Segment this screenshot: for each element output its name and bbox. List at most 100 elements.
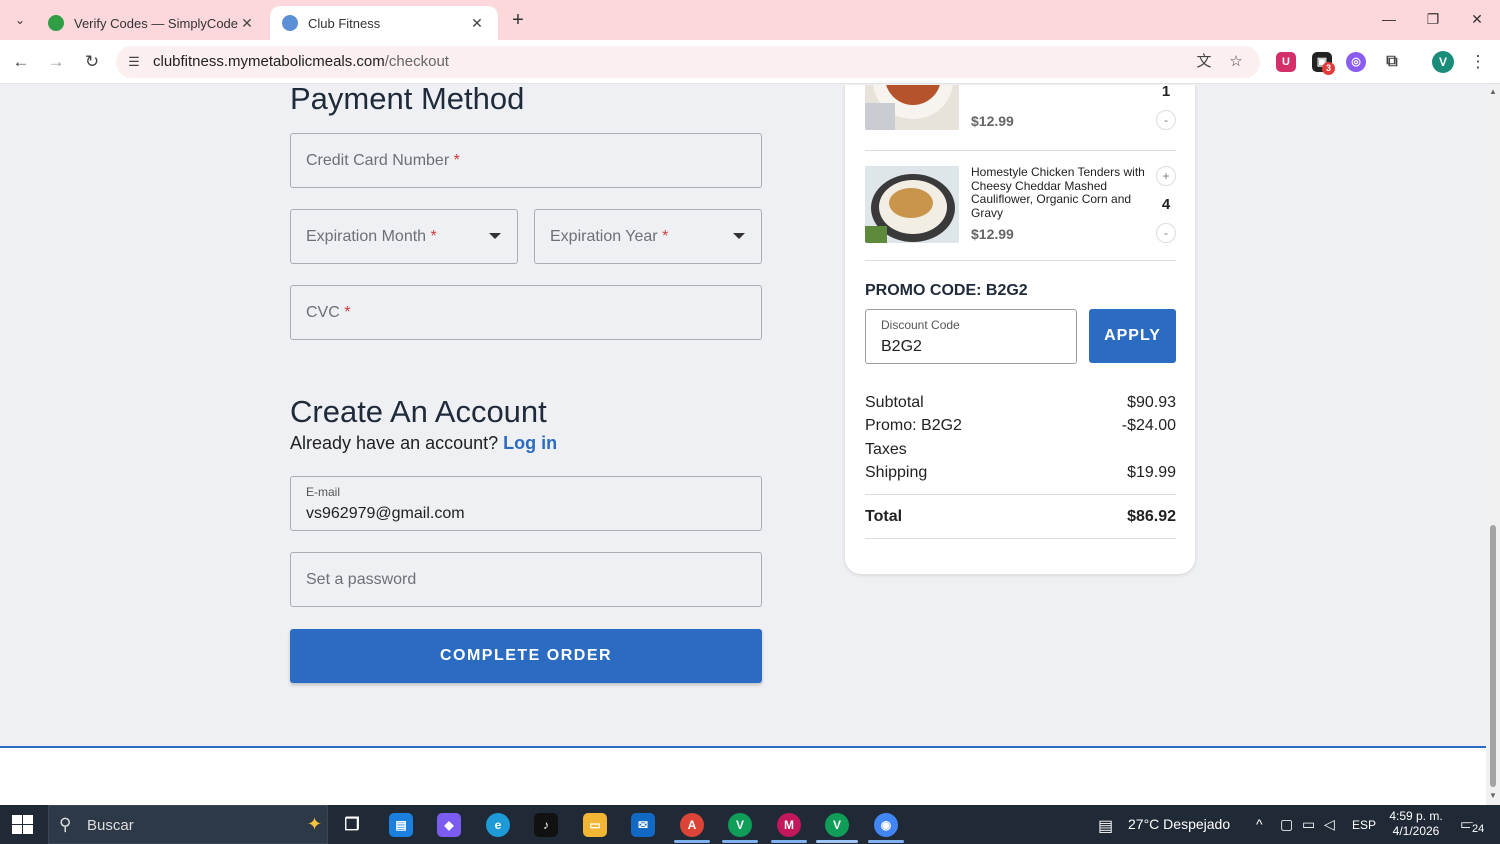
volume-icon[interactable]: ◁ [1324,816,1335,833]
cvc-placeholder: CVC * [306,304,350,322]
weather-icon[interactable]: ▤ [1098,816,1113,836]
back-arrow-icon[interactable]: ← [9,50,33,74]
summary-divider [865,538,1176,539]
password-placeholder: Set a password [306,571,417,588]
scroll-up-icon[interactable]: ▲ [1488,87,1498,96]
notification-center[interactable]: ▭ 24 [1460,815,1487,835]
network-icon[interactable]: ▭ [1302,816,1315,833]
required-mark: * [344,304,351,321]
url-host: clubfitness.mymetabolicmeals.com [153,53,385,70]
credit-card-placeholder: Credit Card Number * [306,152,460,170]
task-view-icon[interactable]: ❐ [340,813,364,837]
tiktok-icon[interactable]: ♪ [534,813,558,837]
clock-date: 4/1/2026 [1392,824,1440,838]
discount-code-value: B2G2 [881,338,922,355]
profile-avatar[interactable]: V [1432,51,1454,73]
restore-icon[interactable]: ❐ [1418,8,1448,30]
copilot-icon[interactable]: ◆ [437,813,461,837]
total-label: Total [865,508,903,525]
expiration-year-select[interactable]: Expiration Year * [534,209,762,264]
chrome-active-icon[interactable]: V [825,813,849,837]
browser-toolbar: ← → ↻ ☰ clubfitness.mymetabolicmeals.com… [0,40,1500,84]
language-indicator[interactable]: ESP [1352,818,1376,832]
tab-strip: ⌄ Verify Codes — SimplyCodes ✕ Club Fitn… [0,0,1500,40]
microsoft-store-icon[interactable]: ▤ [389,813,413,837]
decrease-quantity-button[interactable]: - [1156,110,1176,130]
site-settings-icon[interactable]: ☰ [124,52,144,72]
item-divider [865,260,1176,261]
credit-card-number-input[interactable]: Credit Card Number * [290,133,762,188]
expiration-month-label: Expiration Month [306,228,427,245]
dropdown-caret-icon [733,233,745,239]
extension-badge: 3 [1322,62,1335,75]
tab-club-fitness[interactable]: Club Fitness ✕ [270,6,498,40]
reload-icon[interactable]: ↻ [80,50,104,74]
chrome-profile-icon[interactable]: ◉ [874,813,898,837]
page-scrollbar[interactable]: ▲ ▼ [1486,85,1500,805]
increase-quantity-button[interactable]: + [1156,166,1176,186]
chrome-profile-m-icon[interactable]: M [777,813,801,837]
minimize-icon[interactable]: — [1374,8,1404,30]
clock[interactable]: 4:59 p. m. 4/1/2026 [1386,809,1446,839]
email-field[interactable]: E-mail vs962979@gmail.com [290,476,762,531]
tab-title: Club Fitness [308,15,381,31]
tab-search-chevron-icon[interactable]: ⌄ [8,8,32,32]
forward-arrow-icon[interactable]: → [44,50,68,74]
summary-amount: $19.99 [1127,464,1176,481]
running-indicator [674,840,710,843]
meet-icon[interactable]: ▢ [1280,816,1293,833]
windows-start-icon[interactable] [12,815,34,835]
promo-code-title: PROMO CODE: B2G2 [865,282,1028,299]
discount-code-input[interactable]: Discount Code B2G2 [865,309,1077,364]
required-mark: * [453,152,460,169]
cvc-input[interactable]: CVC * [290,285,762,340]
total-row: Total $86.92 [865,508,1176,526]
chrome-profile-a-icon[interactable]: A [680,813,704,837]
windows-taskbar: ⚲ Buscar ✦ ❐ ▤ ◆ e ♪ ▭ ✉ A V M V ◉ ▤ 27°… [0,805,1500,844]
taskbar-search[interactable]: ⚲ Buscar ✦ [48,805,328,844]
item-divider [865,150,1176,151]
scroll-down-icon[interactable]: ▼ [1488,791,1498,800]
club-fitness-favicon-icon [282,15,298,31]
simplycodes-favicon-icon [48,15,64,31]
shipping-row: Shipping $19.99 [865,464,1176,482]
login-link[interactable]: Log in [503,433,557,453]
bookmark-star-icon[interactable]: ☆ [1226,52,1246,72]
new-tab-plus-icon[interactable]: + [506,8,530,32]
order-summary-card: 1 $12.99 - Homestyle Chicken Tenders wit… [845,85,1195,574]
window-close-icon[interactable]: ✕ [1462,8,1492,30]
tray-chevron-icon[interactable]: ^ [1256,816,1263,832]
taxes-row: Taxes [865,441,1176,459]
item-price: $12.99 [971,113,1014,129]
outlook-icon[interactable]: ✉ [631,813,655,837]
required-mark: * [662,228,669,245]
chrome-profile-v-icon[interactable]: V [728,813,752,837]
total-amount: $86.92 [1127,508,1176,525]
complete-order-button[interactable]: COMPLETE ORDER [290,629,762,683]
credit-card-label: Credit Card Number [306,152,450,169]
expiration-month-select[interactable]: Expiration Month * [290,209,518,264]
clock-time: 4:59 p. m. [1389,809,1443,823]
address-bar[interactable]: ☰ clubfitness.mymetabolicmeals.com/check… [116,46,1260,78]
tab-simplycodes[interactable]: Verify Codes — SimplyCodes ✕ [36,6,268,40]
item-price: $12.99 [971,226,1014,242]
close-tab-icon[interactable]: ✕ [238,15,256,32]
page-footer [0,748,1486,805]
edge-icon[interactable]: e [486,813,510,837]
running-indicator [722,840,758,843]
weather-text[interactable]: 27°C Despejado [1128,816,1230,832]
ublock-extension-icon[interactable]: U [1276,52,1296,72]
translate-icon[interactable]: 文 [1194,52,1214,72]
close-tab-icon[interactable]: ✕ [468,15,486,32]
scrollbar-thumb[interactable] [1490,525,1496,787]
apply-button[interactable]: APPLY [1089,309,1176,363]
decrease-quantity-button[interactable]: - [1156,223,1176,243]
email-value: vs962979@gmail.com [306,505,465,522]
password-field[interactable]: Set a password [290,552,762,607]
extensions-puzzle-icon[interactable]: ⧉ [1382,52,1402,72]
notification-count: 24 [1470,823,1487,835]
ai-extension-icon[interactable]: ◎ [1346,52,1366,72]
kebab-menu-icon[interactable]: ⋮ [1466,50,1490,74]
item-quantity: 1 [1161,85,1171,100]
file-explorer-icon[interactable]: ▭ [583,813,607,837]
